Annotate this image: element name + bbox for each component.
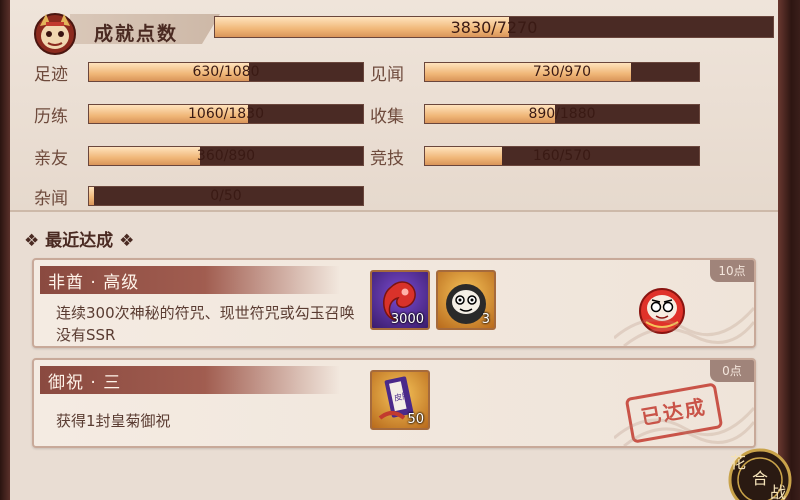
stat-bar-knowledge: 730/970 — [424, 62, 700, 82]
oni-mask-icon — [34, 13, 76, 55]
total-points-label: 成就点数 — [94, 23, 179, 45]
stat-label-footprint: 足迹 — [34, 65, 68, 85]
right-frame — [778, 0, 800, 500]
reward-quantity: 3 — [481, 312, 490, 327]
stat-bar-friends: 360/890 — [88, 146, 364, 166]
stat-label-training: 历练 — [34, 107, 68, 127]
stat-value: 730/970 — [532, 64, 592, 80]
stat-value: 360/890 — [196, 148, 256, 164]
achievement-card[interactable]: 非酋 · 高级 连续300次神秘的符咒、现世符咒或勾玉召唤没有SSR 10点 3… — [32, 258, 756, 348]
stat-value: 0/50 — [210, 188, 242, 204]
stat-bar-footprint: 630/1080 — [88, 62, 364, 82]
total-points-row: 成就点数 3830/7270 — [10, 10, 778, 55]
achievement-summary: 成就点数 3830/7270 足迹 630/1080 见闻 730/970 历练… — [10, 0, 778, 212]
card-title: 御祝 · 三 — [48, 373, 122, 393]
total-points-value: 3830/7270 — [450, 18, 538, 37]
badge-char: 花 — [730, 453, 746, 472]
stat-label-friends: 亲友 — [34, 149, 68, 169]
hanagassen-badge[interactable]: 花 合 战 — [720, 440, 800, 500]
badge-char: 合 — [752, 469, 768, 488]
total-points-bar: 3830/7270 — [214, 16, 774, 38]
badge-char: 战 — [770, 483, 786, 500]
card-description: 获得1封皇菊御祝 — [56, 412, 171, 430]
recent-achievements-title: ❖ 最近达成 ❖ — [24, 231, 135, 251]
stat-value: 160/570 — [532, 148, 592, 164]
total-points-label-bg: 成就点数 — [70, 14, 220, 44]
stat-bar-arena: 160/570 — [424, 146, 700, 166]
reward-item[interactable]: 皮肤 50 — [370, 370, 430, 430]
reward-item[interactable]: 3 — [436, 270, 496, 330]
card-description: 连续300次神秘的符咒、现世符咒或勾玉召唤没有SSR — [56, 304, 355, 344]
stat-value: 890/1880 — [528, 106, 596, 122]
achievement-card[interactable]: 御祝 · 三 获得1封皇菊御祝 0点 皮肤 50 已达成 — [32, 358, 756, 448]
card-title: 非酋 · 高级 — [48, 273, 140, 293]
stat-label-misc: 杂闻 — [34, 189, 68, 209]
achievement-panel: 成就点数 3830/7270 足迹 630/1080 见闻 730/970 历练… — [10, 0, 778, 500]
reward-item[interactable]: 3000 — [370, 270, 430, 330]
reward-quantity: 50 — [407, 412, 424, 427]
stat-bar-misc: 0/50 — [88, 186, 364, 206]
reward-quantity: 3000 — [390, 312, 424, 327]
stat-bar-training: 1060/1830 — [88, 104, 364, 124]
wave-decoration — [614, 407, 754, 446]
stat-value: 630/1080 — [192, 64, 260, 80]
stat-bar-collection: 890/1880 — [424, 104, 700, 124]
wave-decoration — [614, 307, 754, 346]
stat-label-knowledge: 见闻 — [370, 65, 404, 85]
left-frame — [0, 0, 10, 500]
stat-label-collection: 收集 — [370, 107, 404, 127]
stat-value: 1060/1830 — [188, 106, 264, 122]
stat-label-arena: 竞技 — [370, 149, 404, 169]
